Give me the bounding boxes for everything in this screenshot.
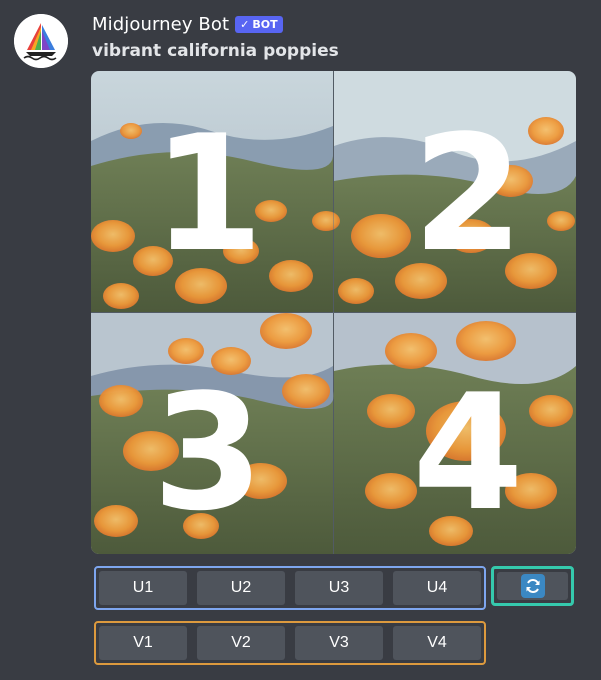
upscale-button-1[interactable]: U1 (99, 571, 187, 605)
bot-avatar[interactable] (14, 14, 68, 68)
upscale-button-4[interactable]: U4 (393, 571, 481, 605)
message-header: Midjourney Bot ✓ BOT (92, 11, 283, 37)
upscale-button-3[interactable]: U3 (295, 571, 383, 605)
sailboat-logo-icon (14, 14, 68, 68)
reroll-button-outline (491, 566, 574, 606)
reroll-button[interactable] (497, 572, 568, 600)
quadrant-label-2: 2 (412, 100, 523, 287)
quadrant-label-1: 1 (152, 100, 263, 287)
image-grid[interactable]: 1 2 3 4 (91, 71, 576, 554)
variation-button-4[interactable]: V4 (393, 626, 481, 660)
variation-button-1[interactable]: V1 (99, 626, 187, 660)
chat-message: Midjourney Bot ✓ BOT vibrant california … (0, 0, 601, 680)
refresh-icon (520, 574, 545, 598)
bot-badge: ✓ BOT (235, 15, 283, 33)
checkmark-icon: ✓ (240, 17, 250, 31)
variation-button-row: V1 V2 V3 V4 (94, 621, 486, 665)
prompt-text: vibrant california poppies (92, 41, 339, 61)
bot-badge-label: BOT (252, 17, 278, 31)
upscale-button-2[interactable]: U2 (197, 571, 285, 605)
variation-button-2[interactable]: V2 (197, 626, 285, 660)
quadrant-label-3: 3 (152, 359, 263, 546)
author-name[interactable]: Midjourney Bot (92, 14, 229, 35)
variation-button-3[interactable]: V3 (295, 626, 383, 660)
poppies-image: 1 2 3 4 (91, 71, 576, 554)
upscale-button-row: U1 U2 U3 U4 (94, 566, 486, 610)
quadrant-label-4: 4 (412, 359, 523, 546)
